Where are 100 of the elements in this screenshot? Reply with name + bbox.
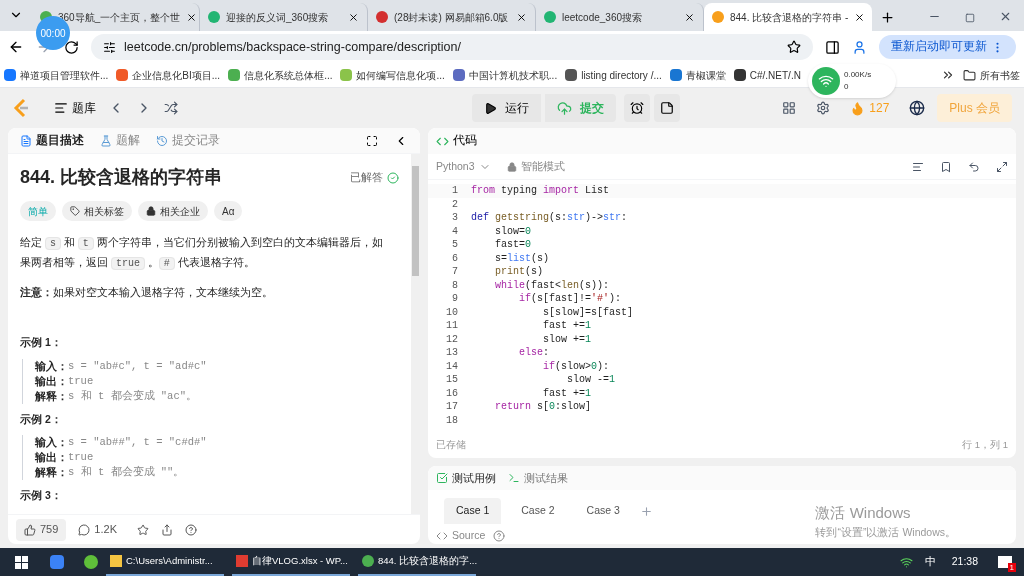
panel-tab[interactable]: 测试结果	[508, 469, 568, 487]
example-title: 示例 3：	[20, 488, 63, 504]
bookmark-label: 禅道项目管理软件...	[20, 68, 109, 83]
close-icon[interactable]	[854, 11, 866, 23]
add-case-icon[interactable]	[639, 504, 653, 518]
browser-tab[interactable]: 844. 比较含退格的字符串 -	[704, 3, 872, 31]
help-icon[interactable]	[185, 523, 197, 536]
taskbar-app[interactable]: C:\Users\Administr...	[106, 548, 224, 576]
code-line: fast +=1	[542, 386, 592, 401]
scrollbar[interactable]	[411, 154, 420, 514]
bookmark-label: 如何编写信息化项...	[356, 68, 445, 83]
case-tab[interactable]: Case 1	[444, 498, 502, 525]
reset-icon[interactable]	[968, 160, 980, 173]
expand-icon[interactable]	[996, 160, 1008, 173]
example-label: 解释：	[35, 388, 68, 404]
avatar-icon[interactable]	[909, 100, 926, 116]
new-tab-icon[interactable]	[880, 10, 895, 25]
close-icon[interactable]	[348, 11, 359, 23]
bookmark-item[interactable]: 禅道项目管理软件...	[4, 67, 109, 83]
panel-tab[interactable]: 测试用例	[436, 469, 496, 487]
more-bookmarks-icon[interactable]	[941, 68, 955, 82]
case-tab[interactable]: Case 3	[574, 498, 632, 525]
comment-icon	[78, 523, 91, 536]
panel-tab[interactable]: 题解	[100, 131, 148, 150]
all-bookmarks-label: 所有书签	[980, 68, 1020, 83]
side-panel-icon[interactable]	[825, 39, 840, 55]
terminal-icon	[508, 472, 520, 485]
bookmark-item[interactable]: C#/.NET/.N	[733, 67, 801, 83]
reload-icon[interactable]	[64, 39, 79, 55]
comments-button[interactable]: 1.2K	[78, 521, 117, 538]
app-label: 844. 比较含退格的字...	[378, 553, 478, 568]
example-value: s 和 t 都会变成 "ac"。	[68, 388, 197, 404]
list-icon	[54, 101, 68, 115]
bookmark-item[interactable]: 中国计算机技术职...	[452, 67, 558, 83]
timer-button[interactable]	[624, 94, 650, 122]
site-info-icon[interactable]	[103, 40, 116, 54]
line-number: 17	[446, 400, 458, 415]
shuffle-icon[interactable]	[164, 101, 178, 115]
like-button[interactable]: 759	[16, 518, 67, 541]
checkbox-icon	[436, 472, 448, 485]
bookmark-item[interactable]: listing directory /...	[565, 67, 662, 83]
problem-list-link[interactable]: 题库	[54, 99, 96, 117]
example-label: 解释：	[35, 465, 68, 481]
line-number: 1	[452, 184, 458, 199]
back-icon[interactable]	[8, 39, 24, 55]
panel-tab[interactable]: 提交记录	[156, 131, 228, 150]
panel-tab[interactable]: 题目描述	[20, 131, 92, 150]
code-line: print(s)	[494, 265, 544, 280]
taskbar-app[interactable]: 自律VLOG.xlsx - WP...	[232, 548, 350, 576]
close-icon[interactable]	[516, 11, 527, 23]
bookmark-label: 企业信息化BI项目...	[132, 68, 221, 83]
clock[interactable]: 21:38	[951, 554, 978, 570]
bookmark-icon[interactable]	[940, 160, 952, 173]
settings-icon[interactable]	[816, 101, 831, 115]
bookmark-star-icon[interactable]	[787, 40, 801, 54]
history-icon	[156, 134, 168, 147]
notes-button[interactable]	[654, 94, 680, 122]
code-line: slow -=1	[566, 373, 616, 388]
run-button[interactable]: 运行	[472, 94, 541, 122]
fullscreen-icon[interactable]	[366, 134, 378, 147]
font-size-button[interactable]: Aα	[214, 201, 243, 221]
language-select[interactable]: Python3	[436, 158, 491, 175]
code-line: if(s[fast]!='#'):	[518, 292, 622, 307]
restore-icon[interactable]	[965, 13, 975, 23]
site-icon	[376, 11, 388, 23]
line-number: 4	[452, 224, 458, 239]
smart-mode-label[interactable]: 智能模式	[506, 158, 565, 175]
app-label: C:\Users\Administr...	[126, 553, 213, 568]
example-label: 输入：	[35, 435, 68, 451]
wifi-icon[interactable]	[899, 555, 913, 569]
site-icon	[208, 11, 220, 23]
format-icon[interactable]	[912, 160, 924, 173]
taskbar-app[interactable]: 844. 比较含退格的字...	[358, 548, 476, 576]
problem-title: 844. 比较含退格的字符串	[20, 166, 224, 189]
grid-icon[interactable]	[782, 101, 797, 115]
address-bar[interactable]: leetcode.cn/problems/backspace-string-compare/description/	[91, 34, 813, 60]
tag-button[interactable]: 相关企业	[138, 201, 208, 221]
profile-icon[interactable]	[852, 39, 867, 55]
difficulty-label: 简单	[20, 201, 56, 221]
case-tab[interactable]: Case 2	[509, 498, 567, 525]
bookmark-item[interactable]: 企业信息化BI项目...	[116, 67, 221, 83]
source-link[interactable]: Source	[436, 528, 486, 544]
bookmark-item[interactable]: 如何编写信息化项...	[340, 67, 445, 83]
download-speed: 0	[844, 81, 850, 93]
bookmark-item[interactable]: 青椒课堂	[669, 67, 726, 83]
favorite-icon[interactable]	[137, 523, 149, 536]
all-bookmarks[interactable]: 所有书签	[963, 67, 1020, 83]
ime-indicator[interactable]: 中	[924, 554, 936, 570]
update-button[interactable]: 重新启动即可更新	[879, 35, 1016, 59]
help-icon[interactable]	[493, 530, 506, 543]
example-value: true	[68, 373, 94, 389]
close-icon[interactable]	[684, 11, 695, 23]
tag-button[interactable]: 相关标签	[62, 201, 132, 221]
share-icon[interactable]	[161, 523, 173, 536]
wifi-icon	[812, 67, 840, 95]
code-line: s[slow]=s[fast]	[542, 305, 634, 320]
code-line: from typing import List	[471, 184, 610, 199]
close-icon[interactable]	[186, 11, 198, 23]
bookmark-item[interactable]: 信息化系统总体框...	[228, 67, 333, 83]
check-icon	[387, 171, 399, 184]
